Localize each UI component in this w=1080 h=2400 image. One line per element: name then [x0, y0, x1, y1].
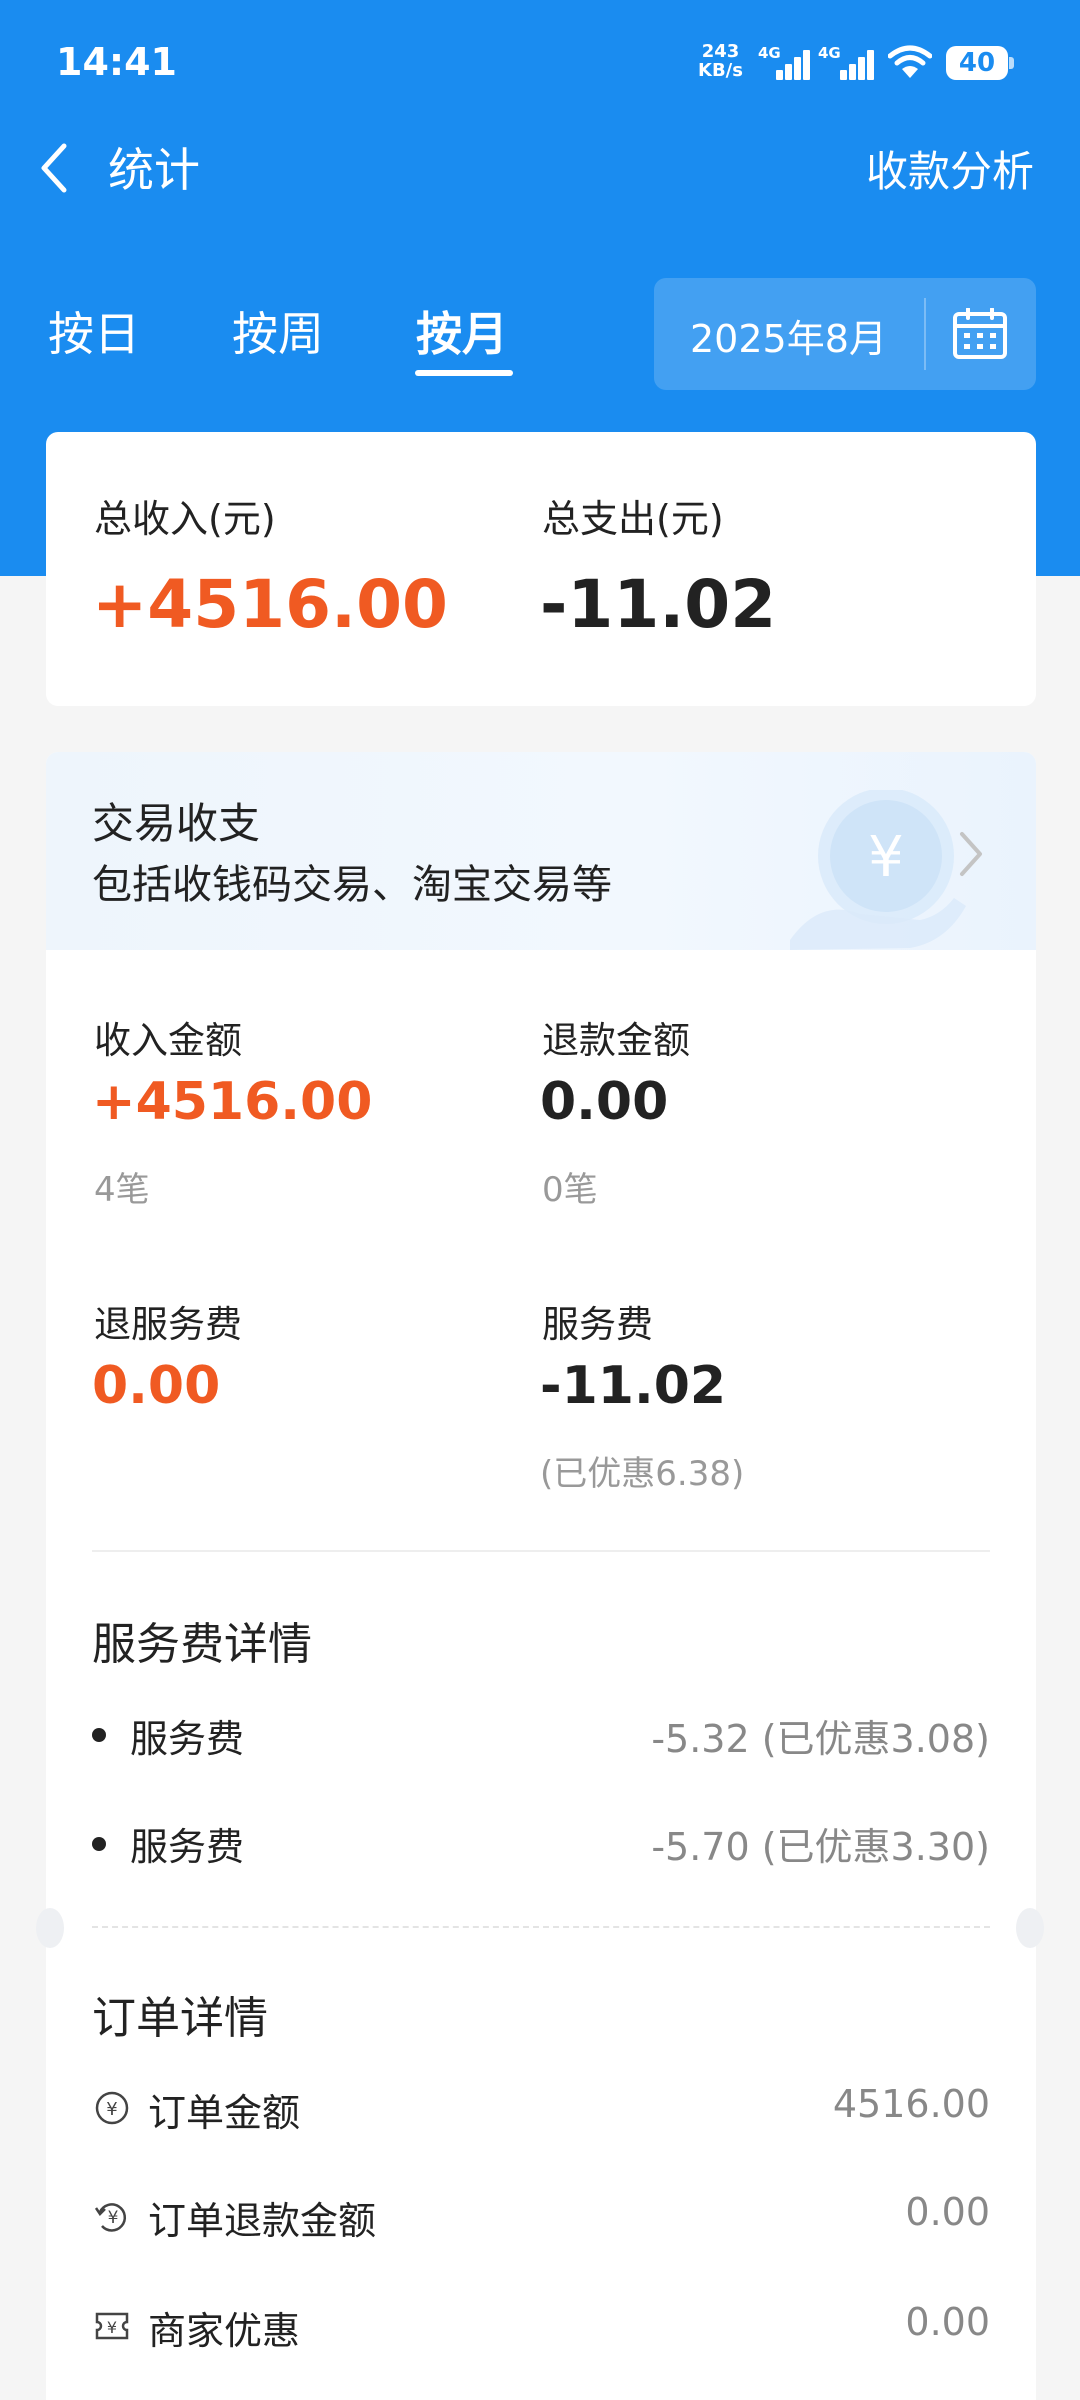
transactions-banner[interactable]: 交易收支 包括收钱码交易、淘宝交易等 ¥ — [46, 752, 1036, 950]
bullet-dot — [92, 1728, 106, 1742]
fee-details-title: 服务费详情 — [92, 1619, 312, 1670]
fee-detail-label: 服务费 — [130, 1825, 245, 1869]
order-details-title: 订单详情 — [92, 1993, 268, 2044]
battery-icon: 40 — [946, 46, 1014, 80]
bullet-dot — [92, 1837, 106, 1851]
calendar-icon[interactable] — [952, 308, 1008, 360]
total-expense-value: -11.02 — [540, 566, 777, 643]
merchant-discount-label: 商家优惠 — [148, 2309, 301, 2353]
page-title: 统计 — [108, 143, 200, 197]
fee-detail-value: -5.70 (已优惠3.30) — [651, 1825, 990, 1869]
order-refund-value: 0.00 — [905, 2190, 990, 2234]
income-amount-label: 收入金额 — [94, 1019, 242, 1062]
signal-icon-2: 4G — [818, 44, 878, 80]
fee-detail-label: 服务费 — [130, 1717, 245, 1761]
svg-text:¥: ¥ — [108, 2208, 119, 2228]
income-count: 4笔 — [94, 1170, 150, 1210]
refund-amount-value: 0.00 — [540, 1072, 669, 1132]
tab-daily[interactable]: 按日 — [48, 298, 140, 364]
date-picker[interactable]: 2025年8月 — [654, 278, 1036, 390]
service-fee-discount: (已优惠6.38) — [540, 1454, 745, 1494]
tab-monthly[interactable]: 按月 — [416, 298, 508, 364]
income-amount-value: +4516.00 — [92, 1072, 373, 1132]
total-income-value: +4516.00 — [92, 566, 448, 643]
svg-text:¥: ¥ — [868, 825, 904, 890]
transactions-card: 交易收支 包括收钱码交易、淘宝交易等 ¥ 收入金额 +4516.00 4笔 退款… — [46, 752, 1036, 2400]
dashed-separator — [92, 1926, 990, 1928]
coupon-icon: ¥ — [95, 2312, 129, 2340]
wifi-icon — [888, 45, 932, 78]
chevron-right-icon[interactable] — [956, 828, 986, 880]
tab-active-indicator — [415, 370, 513, 376]
signal-icon: 4G — [758, 44, 812, 80]
back-arrow-icon[interactable] — [34, 140, 74, 196]
tab-weekly[interactable]: 按周 — [232, 298, 324, 364]
transactions-subtitle: 包括收钱码交易、淘宝交易等 — [92, 862, 612, 908]
status-bar: 14:41 243 KB/s 4G 4G 40 — [0, 0, 1080, 120]
service-fee-label: 服务费 — [542, 1303, 653, 1346]
summary-card: 总收入(元) +4516.00 总支出(元) -11.02 — [46, 432, 1036, 706]
svg-text:¥: ¥ — [107, 2318, 117, 2337]
status-time: 14:41 — [56, 40, 177, 84]
fee-detail-value: -5.32 (已优惠3.08) — [651, 1717, 990, 1761]
svg-text:¥: ¥ — [106, 2099, 117, 2120]
order-amount-value: 4516.00 — [832, 2082, 990, 2126]
refund-yuan-icon: ¥ — [94, 2203, 127, 2232]
order-amount-label: 订单金额 — [148, 2091, 301, 2135]
service-fee-value: -11.02 — [540, 1356, 727, 1416]
refund-fee-label: 退服务费 — [94, 1303, 242, 1346]
yuan-circle-icon: ¥ — [95, 2091, 129, 2125]
refund-count: 0笔 — [542, 1170, 598, 1210]
refund-fee-value: 0.00 — [92, 1356, 221, 1416]
date-picker-divider — [924, 298, 926, 370]
order-refund-label: 订单退款金额 — [148, 2199, 377, 2243]
total-expense-label: 总支出(元) — [542, 497, 724, 541]
network-speed: 243 KB/s — [698, 41, 743, 81]
transactions-title: 交易收支 — [92, 799, 261, 848]
section-divider — [92, 1550, 990, 1552]
refund-amount-label: 退款金额 — [542, 1019, 690, 1062]
date-picker-value: 2025年8月 — [690, 317, 887, 361]
payment-analysis-link[interactable]: 收款分析 — [866, 138, 1034, 199]
ticket-notch-left — [36, 1908, 64, 1948]
total-income-label: 总收入(元) — [94, 497, 276, 541]
ticket-notch-right — [1016, 1908, 1044, 1948]
merchant-discount-value: 0.00 — [905, 2300, 990, 2344]
